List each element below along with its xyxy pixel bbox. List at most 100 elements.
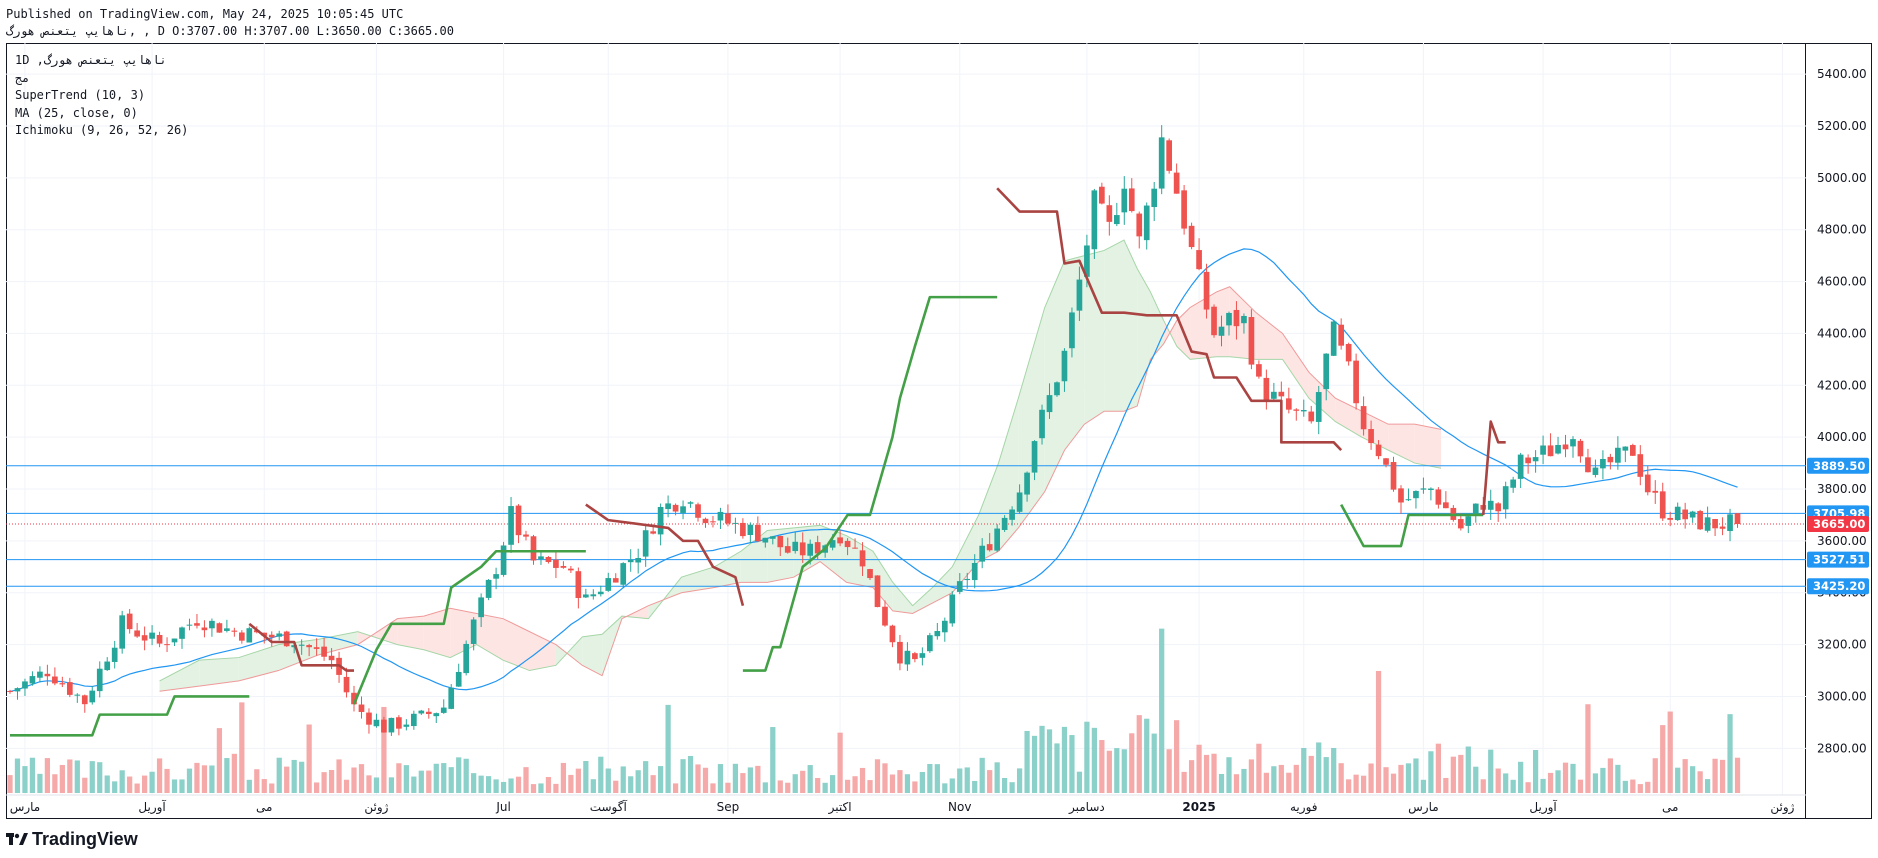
candle-body xyxy=(762,537,769,543)
volume-bar xyxy=(1084,721,1090,793)
volume-bar xyxy=(1450,756,1456,793)
candle-body xyxy=(1689,511,1696,518)
volume-bar xyxy=(127,776,133,793)
volume-bar xyxy=(1338,763,1344,793)
volume-bar xyxy=(1570,763,1576,793)
volume-bar xyxy=(156,758,163,793)
volume-bar xyxy=(680,759,686,793)
volume-bar xyxy=(777,780,783,793)
candle-body xyxy=(463,643,470,674)
volume-bar xyxy=(643,761,649,793)
volume-bar xyxy=(695,764,701,793)
candle-body xyxy=(171,638,178,643)
volume-bar xyxy=(1293,764,1299,793)
candle-body xyxy=(1570,439,1576,447)
candle-body xyxy=(1308,411,1315,422)
volume-bar xyxy=(530,784,537,793)
candle-body xyxy=(859,550,866,567)
volume-bar xyxy=(1278,764,1284,793)
candle-body xyxy=(882,606,888,626)
candle-body xyxy=(1113,215,1120,225)
candle-body xyxy=(1510,479,1517,488)
candle-body xyxy=(1263,377,1270,401)
volume-bar xyxy=(7,775,13,793)
candle-body xyxy=(777,535,784,548)
candle-body xyxy=(1487,500,1494,510)
legend-ma[interactable]: MA (25, close, 0) xyxy=(15,105,188,123)
candle-body xyxy=(111,647,118,662)
volume-bar xyxy=(29,757,36,793)
candle-body xyxy=(1218,326,1225,336)
candle-body xyxy=(246,628,253,643)
candle-body xyxy=(1226,312,1232,326)
candle-body xyxy=(717,511,724,521)
candle-body xyxy=(1532,457,1539,462)
supertrend-line[interactable] xyxy=(1481,420,1506,516)
price-tick-label: 5000.00 xyxy=(1817,171,1867,185)
supertrend-line[interactable] xyxy=(742,295,998,672)
candle-body xyxy=(448,687,455,709)
candle-body xyxy=(769,536,776,539)
volume-bar xyxy=(830,775,836,793)
candle-body xyxy=(96,668,103,692)
legend-ichimoku[interactable]: Ichimoku (9, 26, 52, 26) xyxy=(15,122,188,140)
volume-bar xyxy=(1323,757,1329,793)
price-tick-label: 3200.00 xyxy=(1817,638,1867,652)
candle-body xyxy=(1360,406,1367,430)
volume-bar xyxy=(1600,767,1606,793)
candle-body xyxy=(440,707,447,713)
volume-bar xyxy=(1405,763,1412,793)
candle-body xyxy=(784,546,791,553)
candle-body xyxy=(1315,392,1322,422)
volume-bar xyxy=(1607,758,1614,793)
footer-brand[interactable]: TradingView xyxy=(6,828,138,850)
candle-body xyxy=(1637,454,1644,477)
volume-bar xyxy=(119,770,125,793)
candle-body xyxy=(912,653,918,660)
price-tick-label: 4600.00 xyxy=(1817,275,1867,289)
volume-bar xyxy=(1031,735,1038,793)
candle-body xyxy=(306,645,312,648)
volume-bar xyxy=(904,774,911,793)
candle-body xyxy=(455,671,462,687)
price-tick-label: 3800.00 xyxy=(1817,482,1867,496)
candle-body xyxy=(1054,382,1060,396)
candle-body xyxy=(209,620,215,629)
candle-body xyxy=(276,633,283,637)
volume-bar xyxy=(239,702,245,793)
volume-bar xyxy=(1353,774,1359,793)
chart-canvas: 2800.003000.003200.003400.003600.003800.… xyxy=(6,43,1869,815)
candle-body xyxy=(1293,409,1300,411)
legend-symbol[interactable]: 1D ,ناهایپ یتعنص هورگ xyxy=(15,52,188,70)
candle-body xyxy=(74,694,81,696)
legend-supertrend[interactable]: SuperTrend (10, 3) xyxy=(15,87,188,105)
candle-body xyxy=(515,505,522,536)
supertrend-line[interactable] xyxy=(10,695,250,737)
volume-bar xyxy=(141,775,148,793)
ichimoku-cloud-segment xyxy=(397,616,424,650)
volume-bar xyxy=(373,777,380,793)
ma-line[interactable] xyxy=(9,248,1738,693)
candle-body xyxy=(1667,517,1674,520)
candle-body xyxy=(710,521,716,523)
candle-body xyxy=(979,545,986,562)
candle-body xyxy=(89,690,96,703)
volume-bar xyxy=(403,765,409,793)
candle-body xyxy=(1248,317,1255,365)
candle-body xyxy=(126,613,133,630)
ichimoku-cloud-segment xyxy=(1104,240,1125,412)
candle-body xyxy=(7,690,13,692)
volume-bar xyxy=(1046,729,1053,793)
candle-body xyxy=(1592,467,1599,475)
candle-body xyxy=(1517,454,1524,479)
time-tick-label: فوریه xyxy=(1290,800,1318,815)
volume-bar xyxy=(560,762,567,793)
volume-bar xyxy=(306,724,312,793)
price-tick-label: 4000.00 xyxy=(1817,430,1867,444)
volume-bar xyxy=(1256,743,1262,793)
time-tick-label: می xyxy=(256,800,272,814)
volume-bar xyxy=(770,727,776,793)
volume-bar xyxy=(1398,764,1404,793)
candle-body xyxy=(530,536,537,561)
volume-bar xyxy=(14,758,21,793)
